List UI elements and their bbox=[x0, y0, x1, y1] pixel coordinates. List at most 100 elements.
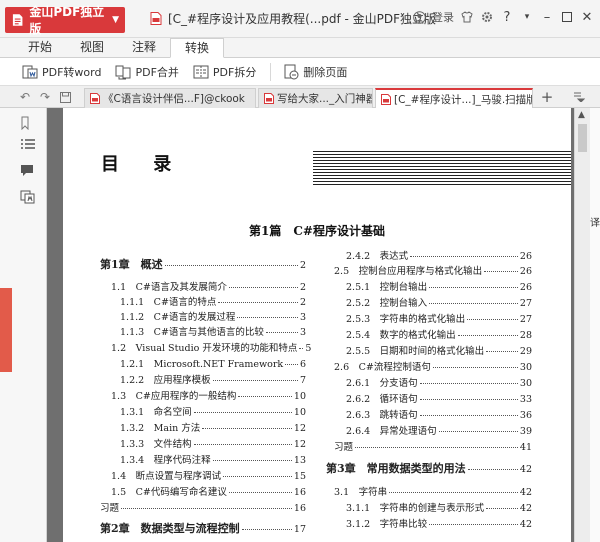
page-title: 目 录 bbox=[101, 154, 186, 175]
doc-tab-label: 写给大家..._入门神器 bbox=[277, 93, 373, 105]
toc-entry: 1.4 断点设置与程序调试 15 bbox=[111, 471, 306, 482]
background-window-edge: 译 bbox=[590, 108, 600, 542]
left-side-panel bbox=[0, 108, 47, 542]
toc-entry: 1.5 C#代码编写命名建议 16 bbox=[111, 487, 306, 498]
app-menu-button[interactable]: 金山PDF独立版 ▼ bbox=[5, 5, 125, 36]
scrollbar-thumb[interactable] bbox=[578, 124, 587, 152]
close-button[interactable]: ✕ bbox=[580, 10, 594, 25]
toc-entry: 1.1.3 C#语言与其他语言的比较 3 bbox=[120, 327, 306, 338]
pdf-to-word-label: PDF转word bbox=[42, 65, 102, 79]
pdf-split-label: PDF拆分 bbox=[212, 65, 257, 79]
pdf-file-icon bbox=[264, 93, 274, 104]
tab-view[interactable]: 视图 bbox=[66, 38, 118, 58]
toc-entry: 1.1.2 C#语言的发展过程 3 bbox=[120, 312, 306, 323]
toc-entry: 3.1.1 字符串的创建与表示形式 42 bbox=[346, 503, 532, 514]
toc-entry: 2.4.2 表达式 26 bbox=[346, 251, 532, 262]
toc-entry: 习题 16 bbox=[100, 503, 306, 514]
pdf-file-icon bbox=[381, 93, 391, 105]
tab-annotate[interactable]: 注释 bbox=[118, 38, 170, 58]
doc-tab-beginner-guide[interactable]: 写给大家..._入门神器 bbox=[258, 88, 373, 108]
pdf-file-icon bbox=[150, 12, 162, 25]
doc-tab-label: [C_#程序设计...]_马骏.扫描版 bbox=[394, 93, 533, 106]
minimize-button[interactable]: – bbox=[540, 10, 554, 25]
delete-page-icon bbox=[284, 64, 299, 79]
new-tab-plus-icon[interactable]: + bbox=[540, 88, 554, 106]
outline-list-icon[interactable] bbox=[20, 138, 36, 152]
menu-tabs: 开始 视图 注释 转换 bbox=[0, 38, 600, 58]
toc-entry: 2.6.2 循环语句 33 bbox=[346, 394, 532, 405]
toc-entry: 1.1.1 C#语言的特点 2 bbox=[120, 297, 306, 308]
toc-entry: 第3章 常用数据类型的用法 42 bbox=[326, 462, 532, 475]
save-icon[interactable] bbox=[58, 90, 72, 104]
vertical-scrollbar[interactable]: ▲ bbox=[574, 108, 590, 542]
redo-icon[interactable]: ↷ bbox=[38, 90, 52, 104]
app-brand-name: 金山PDF独立版 bbox=[29, 5, 105, 36]
toc-entry: 2.5.5 日期和时间的格式化输出 29 bbox=[346, 346, 532, 357]
toc-entry: 2.6.1 分支语句 30 bbox=[346, 378, 532, 389]
ribbon-divider bbox=[270, 62, 272, 81]
comments-icon[interactable] bbox=[20, 164, 36, 178]
toc-entry: 1.3.4 程序代码注释 13 bbox=[120, 455, 306, 466]
panel-collapse-tab[interactable] bbox=[0, 288, 12, 372]
ribbon-toolbar: PDF转word PDF合并 PDF拆分 删除页面 bbox=[0, 58, 600, 86]
toc-entry: 1.1 C#语言及其发展简介 2 bbox=[111, 282, 306, 293]
toc-entry: 1.2 Visual Studio 开发环境的功能和特点 5 bbox=[111, 343, 312, 354]
login-link[interactable]: 登录 bbox=[432, 9, 454, 25]
toc-entry: 2.5.2 控制台输入 27 bbox=[346, 298, 532, 309]
chevron-down-icon: ▼ bbox=[112, 15, 119, 25]
title-bar: 金山PDF独立版 ▼ [C_#程序设计及应用教程(...pdf - 金山PDF独… bbox=[0, 0, 600, 38]
toc-column-left: 第1章 概述 2 1.1 C#语言及其发展简介 2 1.1.1 C#语言的特点 2 1… bbox=[100, 256, 312, 542]
user-icon[interactable] bbox=[412, 10, 426, 24]
thumbnails-icon[interactable] bbox=[20, 190, 36, 204]
toc-entry: 习题 41 bbox=[334, 442, 532, 453]
decorative-hatch-lines bbox=[313, 151, 571, 185]
part-title: 第1篇 C#程序设计基础 bbox=[249, 224, 385, 238]
toc-entry: 第2章 数据类型与流程控制 17 bbox=[100, 522, 306, 535]
toc-entry: 1.3.1 命名空间 10 bbox=[120, 407, 306, 418]
pdf-to-word-button[interactable]: PDF转word bbox=[22, 64, 101, 80]
help-icon[interactable]: ? bbox=[500, 10, 514, 25]
doc-tab-csharp-textbook[interactable]: [C_#程序设计...]_马骏.扫描版 ✕ bbox=[375, 88, 533, 108]
window-title-text: [C_#程序设计及应用教程(...pdf - 金山PDF独立版 bbox=[168, 12, 437, 26]
pdf-split-button[interactable]: PDF拆分 bbox=[193, 64, 256, 80]
maximize-button[interactable] bbox=[560, 10, 574, 24]
toc-entry: 3.1 字符串 42 bbox=[334, 487, 532, 498]
window-title: [C_#程序设计及应用教程(...pdf - 金山PDF独立版 bbox=[150, 10, 436, 27]
doc-tab-label: 《C语言设计伴侣...F]@ckook bbox=[103, 93, 245, 105]
toc-entry: 2.5.3 字符串的格式化输出 27 bbox=[346, 314, 532, 325]
delete-page-button[interactable]: 删除页面 bbox=[283, 64, 347, 80]
toc-entry: 第1章 概述 2 bbox=[100, 258, 306, 271]
toc-entry: 2.5.1 控制台输出 26 bbox=[346, 282, 532, 293]
tab-start[interactable]: 开始 bbox=[14, 38, 66, 58]
toc-column-right: 2.4.2 表达式 26 2.5 控制台应用程序与格式化输出 26 2.5.1 控制… bbox=[326, 248, 532, 542]
toc-entry: 3.1.2 字符串比较 42 bbox=[346, 519, 532, 530]
window-controls: 登录 ? ▾ – ✕ bbox=[412, 9, 594, 25]
gear-icon[interactable] bbox=[480, 10, 494, 24]
bookmark-icon[interactable] bbox=[20, 116, 36, 130]
undo-icon[interactable]: ↶ bbox=[18, 90, 32, 104]
toc-entry: 1.3.3 文件结构 12 bbox=[120, 439, 306, 450]
tab-convert[interactable]: 转换 bbox=[170, 38, 225, 58]
toc-entry: 1.3.2 Main 方法 12 bbox=[120, 423, 306, 434]
pdf-to-word-icon bbox=[22, 65, 38, 78]
tab-list-icon[interactable] bbox=[572, 90, 586, 104]
toc-entry: 2.6.3 跳转语句 36 bbox=[346, 410, 532, 421]
pdf-merge-icon bbox=[115, 65, 131, 79]
pdf-page: 目 录 第1篇 C#程序设计基础 第1章 概述 2 1.1 C#语言及其发展简介 2… bbox=[63, 108, 571, 542]
toc-entry: 2.6.4 异常处理语句 39 bbox=[346, 426, 532, 437]
pdf-file-icon bbox=[90, 93, 100, 104]
delete-page-label: 删除页面 bbox=[303, 65, 348, 79]
toc-entry: 2.5.4 数字的格式化输出 28 bbox=[346, 330, 532, 341]
document-tab-bar: ↶ ↷ 《C语言设计伴侣...F]@ckook 写给大家..._入门神器 [C_… bbox=[0, 86, 600, 108]
chevron-down-icon[interactable]: ▾ bbox=[520, 10, 534, 24]
doc-tab-c-language[interactable]: 《C语言设计伴侣...F]@ckook bbox=[84, 88, 256, 108]
toc-entry: 1.2.2 应用程序模板 7 bbox=[120, 375, 306, 386]
pdf-merge-label: PDF合并 bbox=[135, 65, 179, 79]
toc-entry: 1.2.1 Microsoft.NET Framework 6 bbox=[120, 359, 306, 370]
toc-entry: 1.3 C#应用程序的一般结构 10 bbox=[111, 391, 306, 402]
toc-entry: 2.6 C#流程控制语句 30 bbox=[334, 362, 532, 373]
pdf-merge-button[interactable]: PDF合并 bbox=[115, 64, 179, 80]
scroll-up-arrow-icon[interactable]: ▲ bbox=[578, 110, 585, 120]
skin-icon[interactable] bbox=[460, 10, 474, 24]
kingsoft-pdf-logo-icon bbox=[12, 14, 23, 26]
